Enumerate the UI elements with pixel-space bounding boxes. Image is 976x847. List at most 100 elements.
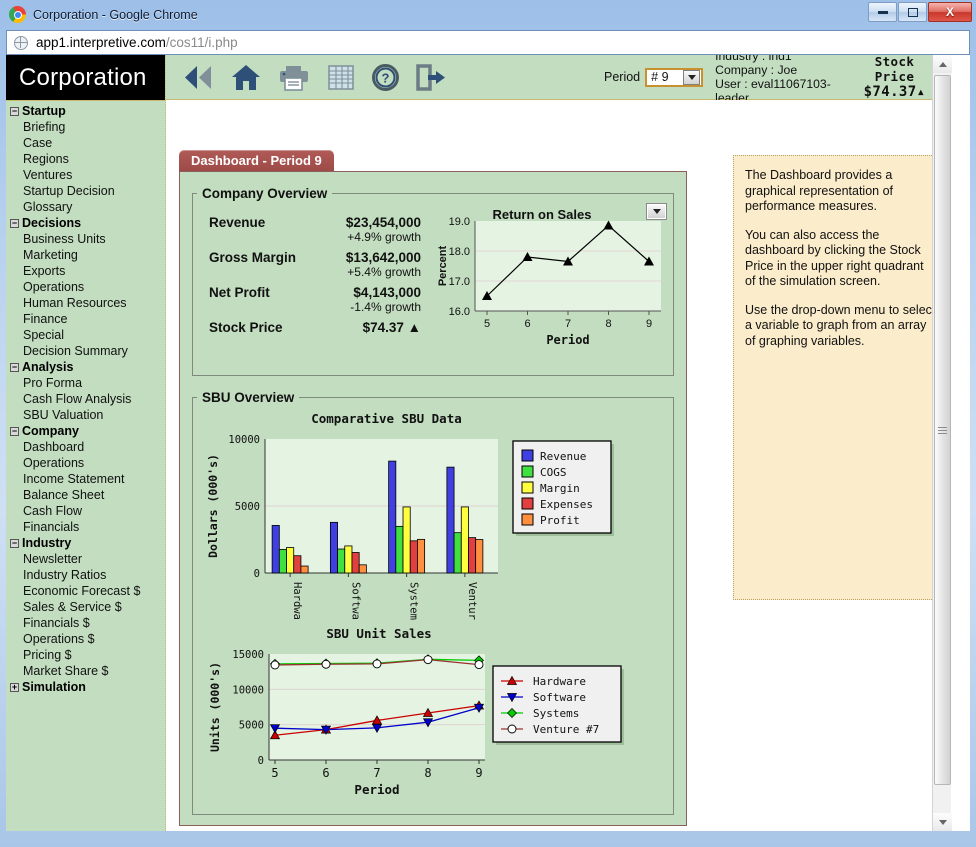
sidebar-group-simulation[interactable]: +Simulation bbox=[6, 679, 165, 695]
svg-text:Comparative SBU Data: Comparative SBU Data bbox=[311, 411, 462, 426]
ros-chart-title: Return on Sales bbox=[457, 207, 627, 222]
sidebar-item-operations[interactable]: Operations bbox=[6, 279, 165, 295]
sidebar-item-income-statement[interactable]: Income Statement bbox=[6, 471, 165, 487]
sidebar-item-cash-flow[interactable]: Cash Flow bbox=[6, 503, 165, 519]
sidebar-item-dashboard[interactable]: Dashboard bbox=[6, 439, 165, 455]
maximize-button[interactable] bbox=[898, 2, 927, 22]
chevron-down-icon[interactable] bbox=[683, 70, 700, 85]
metric-label: Stock Price bbox=[209, 320, 283, 335]
url-text: app1.interpretive.com/cos11/i.php bbox=[36, 35, 238, 50]
sidebar-item-balance-sheet[interactable]: Balance Sheet bbox=[6, 487, 165, 503]
home-icon[interactable] bbox=[231, 64, 261, 91]
help-paragraph: Use the drop-down menu to select a varia… bbox=[745, 303, 936, 350]
toggle-icon[interactable]: + bbox=[10, 683, 19, 692]
sbu-overview-section: SBU Overview Comparative SBU Data0500010… bbox=[192, 390, 674, 815]
main-area: Dashboard - Period 9 Company Overview Re… bbox=[166, 100, 951, 831]
svg-text:7: 7 bbox=[565, 318, 571, 330]
metric-label: Net Profit bbox=[209, 285, 270, 300]
ros-plot: 16.017.018.019.056789PeriodPercent bbox=[433, 203, 673, 353]
sidebar-item-human-resources[interactable]: Human Resources bbox=[6, 295, 165, 311]
sidebar-item-sbu-valuation[interactable]: SBU Valuation bbox=[6, 407, 165, 423]
svg-text:Systems: Systems bbox=[533, 707, 579, 720]
sidebar-item-marketing[interactable]: Marketing bbox=[6, 247, 165, 263]
metric-row: Net Profit $4,143,000-1.4% growth bbox=[209, 285, 421, 314]
sidebar-item-briefing[interactable]: Briefing bbox=[6, 119, 165, 135]
help-icon[interactable]: ? bbox=[372, 64, 399, 91]
toggle-icon[interactable]: − bbox=[10, 427, 19, 436]
maximize-icon bbox=[908, 8, 918, 17]
sidebar-item-financials[interactable]: Financials bbox=[6, 519, 165, 535]
sidebar-item-finance[interactable]: Finance bbox=[6, 311, 165, 327]
sidebar-group-startup[interactable]: −Startup bbox=[6, 103, 165, 119]
sidebar-group-industry[interactable]: −Industry bbox=[6, 535, 165, 551]
window-controls: X bbox=[868, 2, 972, 22]
address-bar[interactable]: app1.interpretive.com/cos11/i.php bbox=[6, 30, 970, 55]
chart-variable-dropdown[interactable] bbox=[646, 203, 667, 220]
toggle-icon[interactable]: − bbox=[10, 363, 19, 372]
sidebar-item-business-units[interactable]: Business Units bbox=[6, 231, 165, 247]
svg-text:9: 9 bbox=[646, 318, 652, 330]
stock-price-widget[interactable]: Stock Price $74.37▴ bbox=[854, 55, 935, 100]
sidebar-item-economic-forecast[interactable]: Economic Forecast $ bbox=[6, 583, 165, 599]
minimize-icon bbox=[878, 11, 888, 14]
sidebar-item-operations[interactable]: Operations $ bbox=[6, 631, 165, 647]
sidebar-item-decision-summary[interactable]: Decision Summary bbox=[6, 343, 165, 359]
svg-text:5000: 5000 bbox=[235, 501, 260, 513]
sidebar-item-exports[interactable]: Exports bbox=[6, 263, 165, 279]
toggle-icon[interactable]: − bbox=[10, 539, 19, 548]
svg-text:9: 9 bbox=[475, 766, 482, 780]
company-label: Company : Joe bbox=[715, 63, 854, 77]
svg-text:Dollars (000's): Dollars (000's) bbox=[206, 454, 220, 558]
svg-text:Revenue: Revenue bbox=[540, 450, 586, 463]
svg-text:17.0: 17.0 bbox=[449, 276, 470, 288]
tab-dashboard[interactable]: Dashboard - Period 9 bbox=[179, 150, 334, 171]
sidebar-group-decisions[interactable]: −Decisions bbox=[6, 215, 165, 231]
metric-row: Stock Price$74.37 ▲ bbox=[209, 320, 421, 349]
back-icon[interactable] bbox=[182, 64, 214, 91]
sidebar-group-company[interactable]: −Company bbox=[6, 423, 165, 439]
svg-text:0: 0 bbox=[254, 568, 260, 580]
toggle-icon[interactable]: − bbox=[10, 219, 19, 228]
sidebar-item-regions[interactable]: Regions bbox=[6, 151, 165, 167]
close-icon: X bbox=[946, 6, 954, 18]
svg-text:18.0: 18.0 bbox=[449, 246, 470, 258]
svg-text:10000: 10000 bbox=[228, 434, 260, 446]
minimize-button[interactable] bbox=[868, 2, 897, 22]
metrics-list: Revenue$23,454,000+4.9% growthGross Marg… bbox=[209, 215, 421, 352]
metric-value: $23,454,000 bbox=[346, 215, 421, 230]
svg-text:15000: 15000 bbox=[232, 649, 264, 661]
report-icon[interactable] bbox=[327, 64, 355, 91]
sidebar-item-industry-ratios[interactable]: Industry Ratios bbox=[6, 567, 165, 583]
sidebar-item-pro-forma[interactable]: Pro Forma bbox=[6, 375, 165, 391]
vertical-scrollbar[interactable] bbox=[932, 55, 951, 831]
page-content: Corporation −StartupBriefingCaseRegionsV… bbox=[6, 55, 951, 831]
sidebar-group-analysis[interactable]: −Analysis bbox=[6, 359, 165, 375]
print-icon[interactable] bbox=[278, 64, 310, 91]
period-select[interactable]: # 9 bbox=[645, 68, 703, 87]
dashboard-panel: Company Overview Revenue$23,454,000+4.9%… bbox=[179, 171, 687, 826]
metric-value: $4,143,000 bbox=[353, 285, 421, 300]
svg-text:Venture #7: Venture #7 bbox=[533, 723, 599, 736]
scroll-down-button[interactable] bbox=[933, 813, 952, 831]
sidebar-group-label: Industry bbox=[22, 536, 71, 550]
sidebar-item-ventures[interactable]: Ventures bbox=[6, 167, 165, 183]
sidebar-item-case[interactable]: Case bbox=[6, 135, 165, 151]
scroll-up-button[interactable] bbox=[933, 55, 952, 73]
close-button[interactable]: X bbox=[928, 2, 972, 22]
toggle-icon[interactable]: − bbox=[10, 107, 19, 116]
sidebar-item-market-share[interactable]: Market Share $ bbox=[6, 663, 165, 679]
sidebar-item-pricing[interactable]: Pricing $ bbox=[6, 647, 165, 663]
scrollbar-thumb[interactable] bbox=[934, 75, 951, 785]
sidebar-item-glossary[interactable]: Glossary bbox=[6, 199, 165, 215]
help-paragraph: You can also access the dashboard by cli… bbox=[745, 228, 936, 290]
sidebar-item-special[interactable]: Special bbox=[6, 327, 165, 343]
sidebar-item-financials[interactable]: Financials $ bbox=[6, 615, 165, 631]
sidebar-item-startup-decision[interactable]: Startup Decision bbox=[6, 183, 165, 199]
sidebar-item-newsletter[interactable]: Newsletter bbox=[6, 551, 165, 567]
svg-text:7: 7 bbox=[373, 766, 380, 780]
sidebar-item-cash-flow-analysis[interactable]: Cash Flow Analysis bbox=[6, 391, 165, 407]
metric-growth: -1.4% growth bbox=[209, 300, 421, 314]
exit-icon[interactable] bbox=[416, 64, 446, 91]
sidebar-item-sales-service[interactable]: Sales & Service $ bbox=[6, 599, 165, 615]
sidebar-item-operations[interactable]: Operations bbox=[6, 455, 165, 471]
